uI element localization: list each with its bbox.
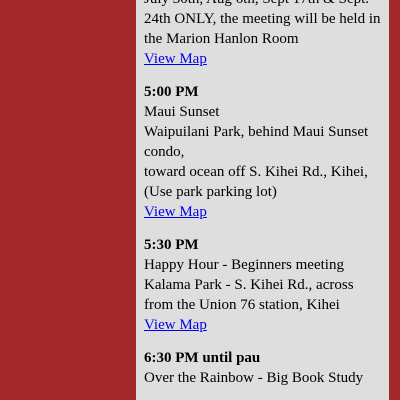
view-map-link[interactable]: View Map <box>144 49 384 69</box>
meeting-time: 5:00 PM <box>144 84 199 100</box>
meeting-entry-4: 6:30 PM until pau Over the Rainbow - Big… <box>144 348 384 388</box>
meeting-detail-line: Waipuilani Park, behind Maui Sunset <box>144 124 369 140</box>
meeting-entry-2: 5:00 PM Maui Sunset Waipuilani Park, beh… <box>144 82 384 222</box>
meeting-detail-line: condo, <box>144 144 185 160</box>
meeting-entry-3: 5:30 PM Happy Hour - Beginners meeting K… <box>144 235 384 335</box>
meeting-name: Happy Hour - Beginners meeting <box>144 257 344 273</box>
view-map-link[interactable]: View Map <box>144 202 384 222</box>
meeting-detail-line: toward ocean off S. Kihei Rd., Kihei, <box>144 164 368 180</box>
meeting-name: Maui Sunset <box>144 104 220 120</box>
meeting-entry-1: July 30th, Aug 6th, Sept 17th & Sept. 24… <box>144 0 384 69</box>
meeting-detail-line: from the Union 76 station, Kihei <box>144 297 340 313</box>
meeting-name: Over the Rainbow - Big Book Study <box>144 370 364 386</box>
meeting-list: July 30th, Aug 6th, Sept 17th & Sept. 24… <box>144 0 384 400</box>
view-map-link[interactable]: View Map <box>144 315 384 335</box>
meeting-detail-line: the Marion Hanlon Room <box>144 31 299 47</box>
meeting-time: 6:30 PM until pau <box>144 350 261 366</box>
meeting-time: 5:30 PM <box>144 237 199 253</box>
meeting-detail-line: Kalama Park - S. Kihei Rd., across <box>144 277 354 293</box>
meeting-list-column: July 30th, Aug 6th, Sept 17th & Sept. 24… <box>136 0 389 400</box>
meeting-detail-line: (Use park parking lot) <box>144 184 277 200</box>
meeting-detail-line: July 30th, Aug 6th, Sept 17th & Sept. <box>144 0 384 9</box>
meeting-detail-line: 24th ONLY, the meeting will be held in <box>144 11 381 27</box>
